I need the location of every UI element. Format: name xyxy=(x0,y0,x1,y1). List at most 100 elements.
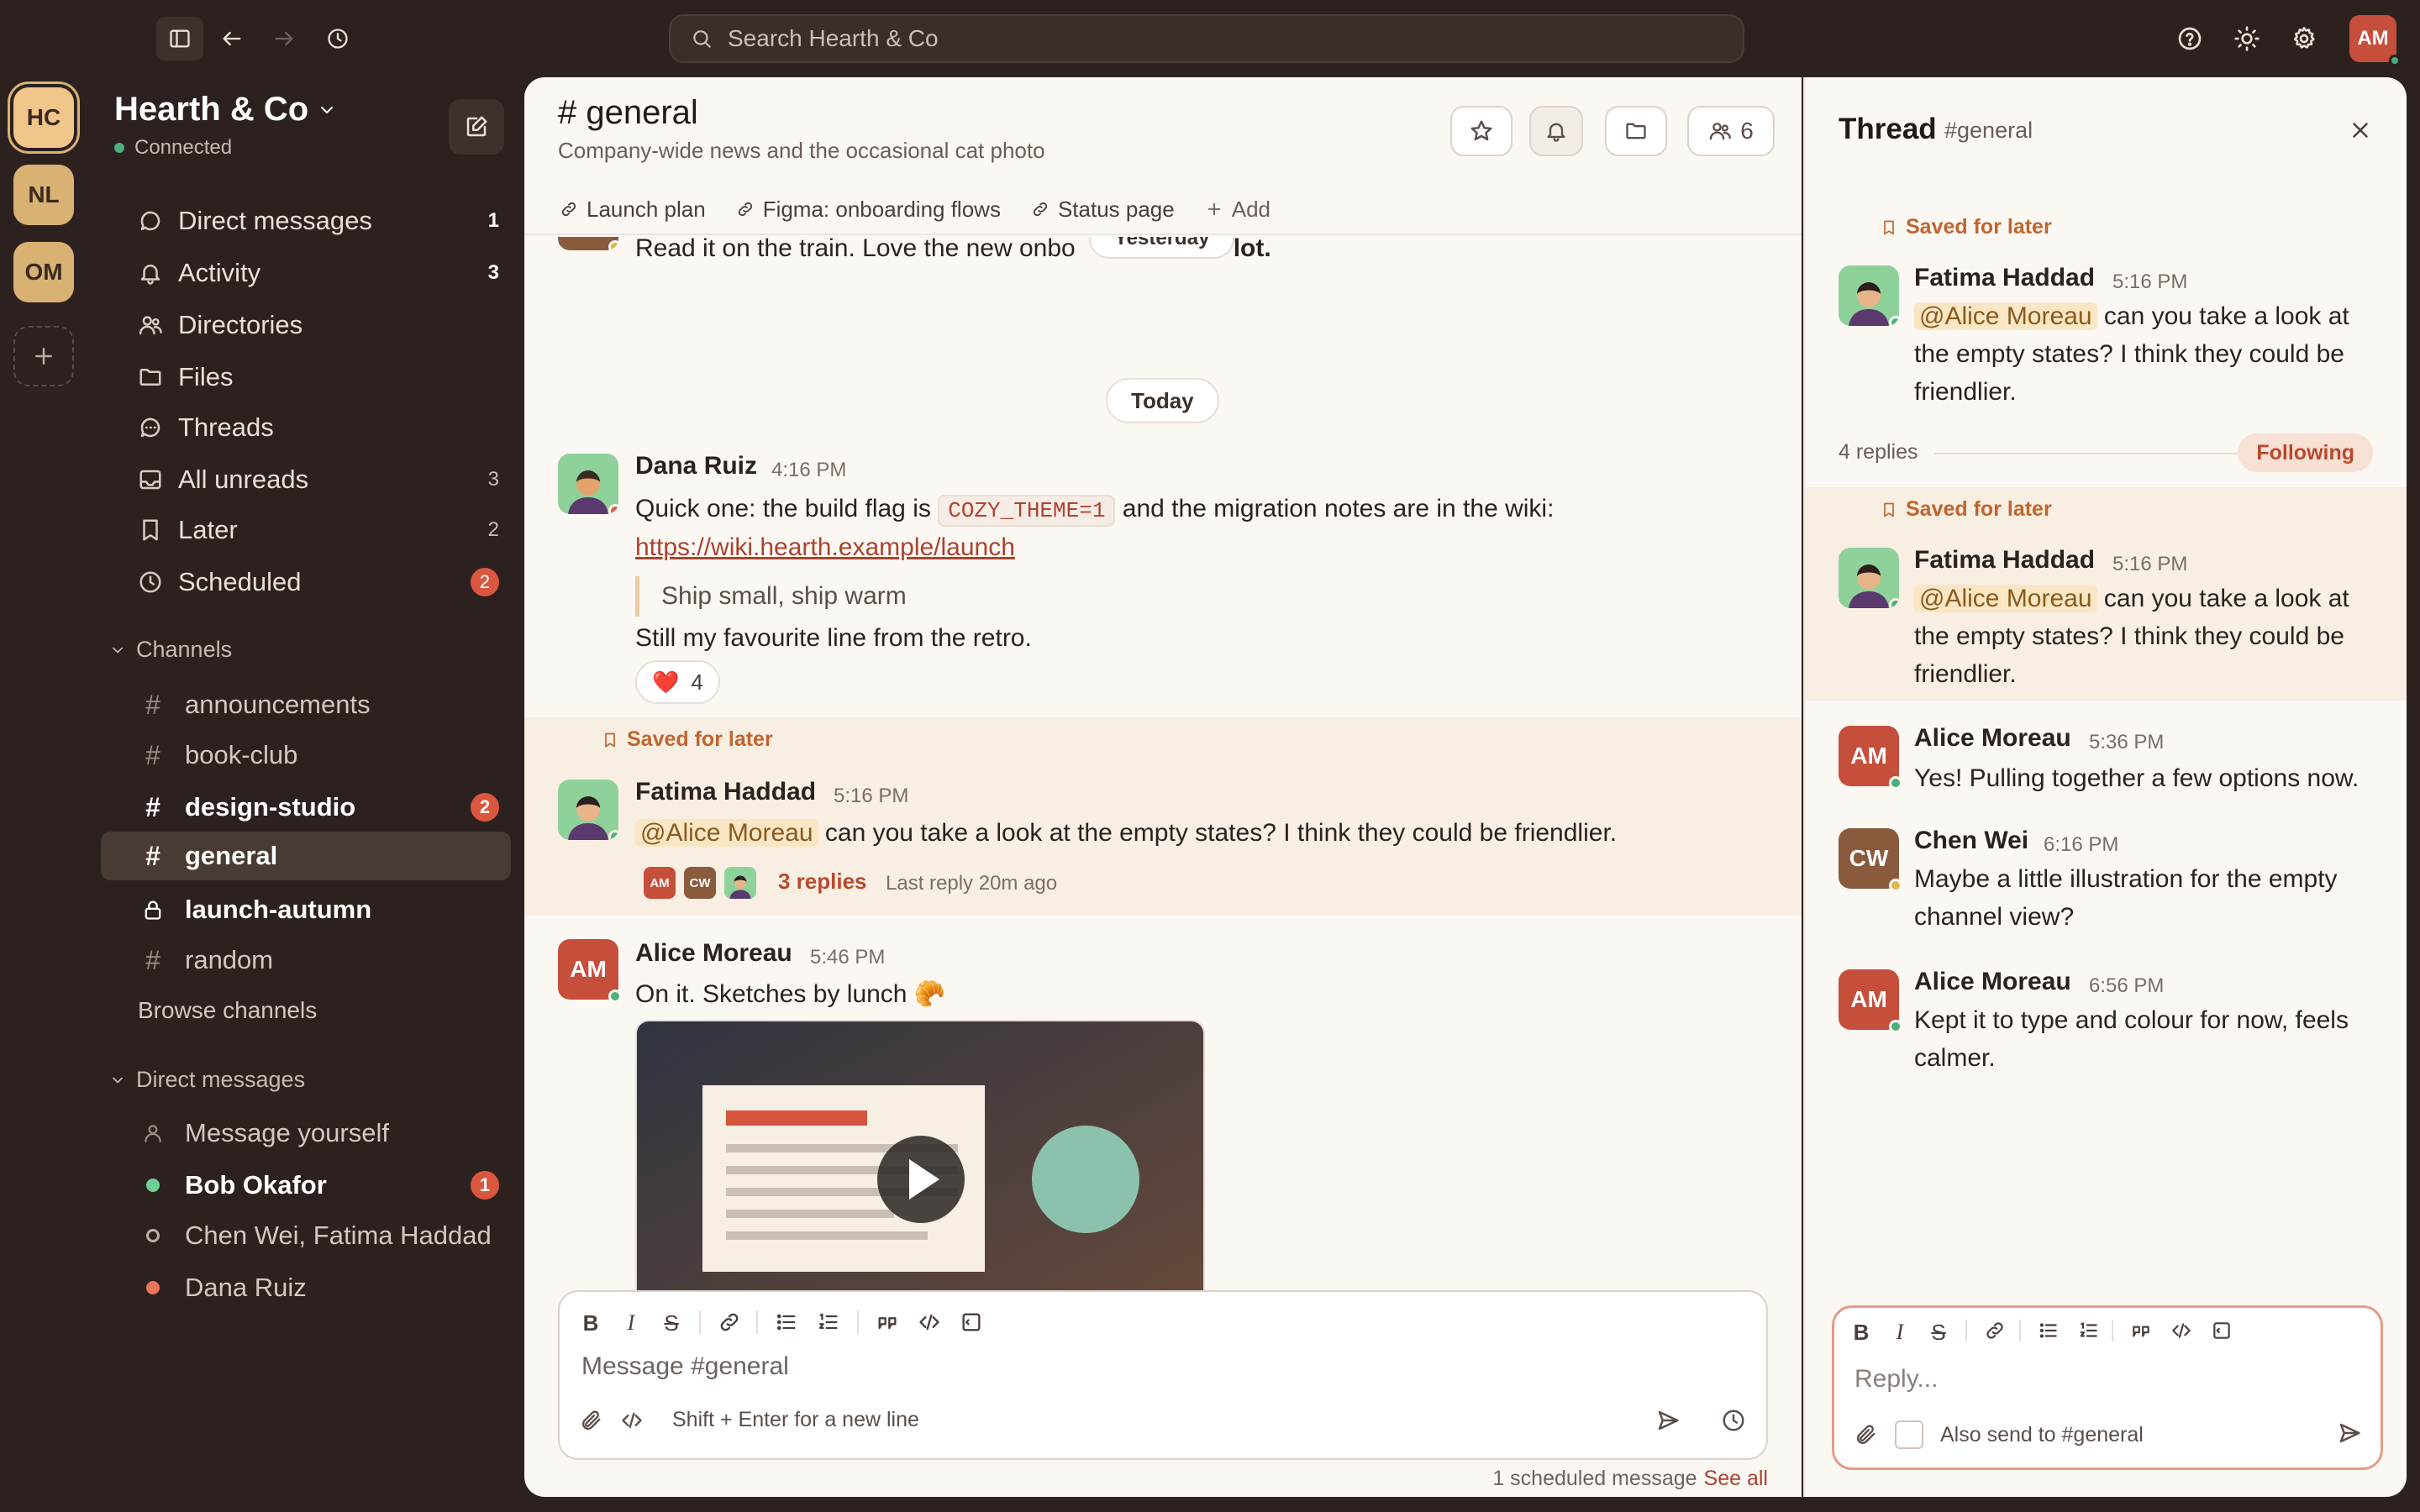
nav-all-unreads[interactable]: All unreads 3 xyxy=(121,457,519,502)
dm-bob-okafor[interactable]: Bob Okafor 1 xyxy=(121,1161,519,1210)
nav-activity[interactable]: Activity 3 xyxy=(121,250,519,296)
back-arrow-icon[interactable] xyxy=(208,17,255,60)
settings-gear-icon[interactable] xyxy=(2281,17,2328,60)
quote-icon[interactable] xyxy=(876,1310,899,1334)
nav-direct-messages[interactable]: Direct messages 1 xyxy=(121,198,519,244)
send-icon[interactable] xyxy=(2337,1420,2362,1446)
workspace-nl[interactable]: NL xyxy=(13,165,74,225)
bookmark-figma[interactable]: Figma: onboarding flows xyxy=(736,197,1001,223)
code-block-icon[interactable] xyxy=(960,1310,983,1334)
nav-directories[interactable]: Directories xyxy=(121,302,519,348)
channel-announcements[interactable]: # announcements xyxy=(121,680,519,729)
history-icon[interactable] xyxy=(314,17,361,60)
nav-scheduled[interactable]: Scheduled 2 xyxy=(121,559,519,605)
avatar-fatima-haddad[interactable] xyxy=(1839,265,1899,326)
italic-icon[interactable]: I xyxy=(1890,1320,1910,1346)
channel-design-studio[interactable]: # design-studio 2 xyxy=(121,783,519,832)
nav-files[interactable]: Files xyxy=(121,354,519,400)
channel-files-button[interactable] xyxy=(1605,106,1667,156)
message-author[interactable]: Fatima Haddad xyxy=(1914,546,2095,575)
bullet-list-icon[interactable] xyxy=(775,1310,798,1334)
notifications-button[interactable] xyxy=(1529,106,1583,156)
thread-channel[interactable]: #general xyxy=(1944,118,2033,144)
numbered-list-icon[interactable] xyxy=(2078,1320,2100,1341)
dm-message-yourself[interactable]: Message yourself xyxy=(121,1109,519,1158)
search-input[interactable]: Search Hearth & Co xyxy=(669,14,1744,63)
message-input[interactable]: Message #general xyxy=(581,1352,789,1381)
schedule-clock-icon[interactable] xyxy=(1721,1408,1746,1433)
theme-sun-icon[interactable] xyxy=(2223,17,2270,60)
channel-general[interactable]: # general xyxy=(101,832,511,880)
bold-icon[interactable]: B xyxy=(580,1310,602,1336)
workspace-hc[interactable]: HC xyxy=(13,87,74,148)
avatar-alice-moreau[interactable]: AM xyxy=(1839,726,1902,790)
code-icon[interactable] xyxy=(620,1409,644,1432)
star-channel-button[interactable] xyxy=(1450,106,1512,156)
quote-icon[interactable] xyxy=(2130,1320,2152,1341)
link-icon[interactable] xyxy=(1984,1320,2006,1341)
date-divider-today[interactable]: Today xyxy=(1106,378,1219,423)
browse-channels-link[interactable]: Browse channels xyxy=(121,986,519,1035)
message-author[interactable]: Dana Ruiz xyxy=(635,452,757,480)
message-link[interactable]: https://wiki.hearth.example/launch xyxy=(635,528,1015,568)
channel-launch-autumn[interactable]: launch-autumn xyxy=(121,885,519,934)
strikethrough-icon[interactable]: S xyxy=(660,1310,682,1336)
message-author[interactable]: Chen Wei xyxy=(1914,827,2028,855)
also-send-checkbox[interactable] xyxy=(1895,1420,1923,1449)
following-button[interactable]: Following xyxy=(2238,433,2373,472)
code-icon[interactable] xyxy=(2170,1320,2192,1341)
dm-chen-wei-fatima-haddad[interactable]: Chen Wei, Fatima Haddad xyxy=(121,1211,519,1260)
bullet-list-icon[interactable] xyxy=(2038,1320,2060,1341)
reaction-heart[interactable]: ❤️ 4 xyxy=(635,660,720,704)
message-author[interactable]: Fatima Haddad xyxy=(1914,264,2095,292)
channel-book-club[interactable]: # book-club xyxy=(121,731,519,780)
avatar-alice-moreau[interactable]: AM xyxy=(558,939,622,1003)
close-icon[interactable] xyxy=(2348,118,2373,143)
dms-section-header[interactable]: Direct messages xyxy=(109,1067,305,1093)
numbered-list-icon[interactable] xyxy=(817,1310,840,1334)
message-author[interactable]: Alice Moreau xyxy=(635,939,792,968)
dm-dana-ruiz[interactable]: Dana Ruiz xyxy=(121,1263,519,1312)
user-mention[interactable]: @Alice Moreau xyxy=(1914,585,2097,612)
italic-icon[interactable]: I xyxy=(620,1310,642,1336)
forward-arrow-icon[interactable] xyxy=(260,17,308,60)
add-bookmark-button[interactable]: Add xyxy=(1205,197,1270,223)
avatar-alice-moreau[interactable]: AM xyxy=(1839,969,1902,1033)
code-icon[interactable] xyxy=(918,1310,941,1334)
bookmark-launch-plan[interactable]: Launch plan xyxy=(560,197,706,223)
user-mention[interactable]: @Alice Moreau xyxy=(1914,302,2097,330)
avatar-chen-wei[interactable]: CW xyxy=(1839,828,1902,892)
help-icon[interactable] xyxy=(2166,17,2213,60)
message-author[interactable]: Alice Moreau xyxy=(1914,968,2071,996)
channel-random[interactable]: # random xyxy=(121,936,519,984)
bookmark-status-page[interactable]: Status page xyxy=(1031,197,1175,223)
nav-threads[interactable]: Threads xyxy=(121,405,519,450)
video-attachment[interactable] xyxy=(635,1020,1205,1292)
strikethrough-icon[interactable]: S xyxy=(1928,1320,1949,1346)
nav-later[interactable]: Later 2 xyxy=(121,507,519,553)
workspace-name[interactable]: Hearth & Co xyxy=(114,91,337,129)
bold-icon[interactable]: B xyxy=(1851,1320,1871,1346)
code-block-icon[interactable] xyxy=(2211,1320,2233,1341)
paperclip-icon[interactable] xyxy=(580,1409,603,1432)
avatar-fatima-haddad[interactable] xyxy=(1839,548,1899,608)
message-author[interactable]: Alice Moreau xyxy=(1914,724,2071,753)
thread-replies-link[interactable]: 3 replies xyxy=(778,869,867,895)
add-workspace-button[interactable] xyxy=(13,326,74,386)
channels-section-header[interactable]: Channels xyxy=(109,637,232,663)
message-author[interactable]: Fatima Haddad xyxy=(635,778,816,806)
wiki-link[interactable]: https://wiki.hearth.example/launch xyxy=(635,533,1015,561)
avatar-dana-ruiz[interactable] xyxy=(558,454,618,514)
compose-button[interactable] xyxy=(449,99,504,155)
members-button[interactable]: 6 xyxy=(1687,106,1775,156)
user-avatar[interactable]: AM xyxy=(2349,15,2401,66)
user-mention[interactable]: @Alice Moreau xyxy=(635,819,818,847)
paperclip-icon[interactable] xyxy=(1854,1423,1878,1446)
reply-input[interactable]: Reply... xyxy=(1854,1365,1938,1394)
see-all-link[interactable]: See all xyxy=(1704,1467,1768,1490)
avatar-fatima-haddad[interactable] xyxy=(558,780,618,840)
toggle-sidebar-icon[interactable] xyxy=(156,17,203,60)
send-icon[interactable] xyxy=(1655,1408,1681,1433)
workspace-om[interactable]: OM xyxy=(13,242,74,302)
link-icon[interactable] xyxy=(718,1310,741,1334)
